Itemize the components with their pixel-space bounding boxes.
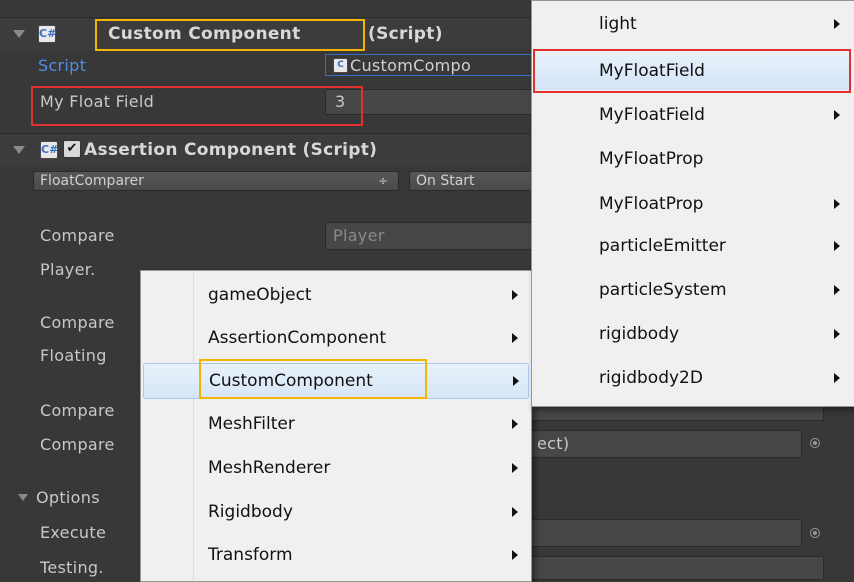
submenu-arrow-icon — [512, 419, 518, 429]
float-field-highlight — [31, 86, 363, 126]
foldout-triangle-icon[interactable] — [13, 30, 25, 38]
menu-item-label: gameObject — [208, 285, 312, 305]
comparer-dropdown[interactable]: FloatComparer ÷ — [33, 171, 399, 191]
submenu-item-rigidbody[interactable]: rigidbody — [532, 316, 854, 352]
comparer-dropdown-label: FloatComparer — [40, 173, 144, 189]
submenu-arrow-icon — [512, 333, 518, 343]
submenu-item-label: rigidbody2D — [599, 368, 703, 388]
execute-picker-icon[interactable] — [810, 528, 820, 538]
assertion-component-title: Assertion Component (Script) — [84, 140, 378, 160]
submenu-arrow-icon — [834, 373, 840, 383]
custom-component-title-highlight — [95, 19, 365, 51]
submenu-item-label: MyFloatProp — [599, 149, 704, 169]
submenu-arrow-icon — [834, 285, 840, 295]
submenu-arrow-icon — [512, 290, 518, 300]
menu-item-rigidbody[interactable]: Rigidbody — [141, 494, 531, 530]
submenu-arrow-icon — [512, 463, 518, 473]
dropdown-arrows-icon: ÷ — [377, 174, 388, 188]
submenu-item-particleemitter[interactable]: particleEmitter — [532, 228, 854, 264]
options-label: Options — [36, 488, 100, 507]
compare-object-label: Compare — [40, 435, 115, 454]
menu-item-label: AssertionComponent — [208, 328, 387, 348]
compare-row-label: Compare — [40, 401, 115, 420]
submenu-item-rigidbody2d[interactable]: rigidbody2D — [532, 360, 854, 396]
menu-item-gameobject[interactable]: gameObject — [141, 277, 531, 313]
submenu-item-particlesystem[interactable]: particleSystem — [532, 272, 854, 308]
submenu-item-light[interactable]: light — [532, 6, 854, 42]
submenu-arrow-icon — [834, 199, 840, 209]
foldout-triangle-icon[interactable] — [13, 146, 25, 154]
customcomponent-highlight — [199, 359, 427, 399]
compare-label: Compare — [40, 226, 115, 245]
testing-label: Testing. — [40, 558, 104, 577]
execute-field[interactable] — [530, 519, 802, 547]
menu-item-assertioncomponent[interactable]: AssertionComponent — [141, 320, 531, 356]
submenu-item-label: particleEmitter — [599, 236, 726, 256]
compare-value: Player — [333, 226, 385, 245]
submenu-item-label: rigidbody — [599, 324, 680, 344]
object-picker-icon[interactable] — [810, 438, 820, 448]
submenu-arrow-icon — [513, 376, 519, 386]
assertion-component-header[interactable]: C# ✔ Assertion Component (Script) — [0, 133, 530, 166]
csharp-script-icon: C# — [40, 141, 58, 159]
submenu-arrow-icon — [834, 19, 840, 29]
component-context-menu: gameObject AssertionComponent CustomComp… — [140, 270, 532, 582]
submenu-item-myfloatprop[interactable]: MyFloatProp — [532, 141, 854, 177]
submenu-item-label: MyFloatField — [599, 105, 705, 125]
floating-label: Floating — [40, 346, 107, 365]
submenu-arrow-icon — [834, 329, 840, 339]
submenu-item-label: light — [599, 14, 637, 34]
testing-dropdown[interactable] — [530, 556, 824, 580]
csharp-script-icon: C# — [38, 25, 56, 43]
options-foldout-icon[interactable] — [18, 494, 28, 501]
custom-component-title-suffix: (Script) — [368, 24, 443, 44]
compare-object-value: ect) — [537, 434, 570, 453]
menu-item-label: MeshRenderer — [208, 458, 331, 478]
menu-item-label: Rigidbody — [208, 502, 293, 522]
menu-item-transform[interactable]: Transform — [141, 537, 531, 573]
check-method-dropdown[interactable]: On Start — [409, 171, 539, 191]
submenu-arrow-icon — [512, 550, 518, 560]
submenu-arrow-icon — [834, 241, 840, 251]
script-row: Script C CustomCompo — [0, 52, 535, 82]
myfloatfield-highlight — [533, 49, 851, 93]
execute-label: Execute — [40, 523, 107, 542]
submenu-arrow-icon — [512, 507, 518, 517]
submenu-item-myfloatprop-nested[interactable]: MyFloatProp — [532, 186, 854, 222]
menu-item-label: Transform — [208, 545, 293, 565]
menu-item-label: MeshFilter — [208, 414, 295, 434]
submenu-item-myfloatfield-nested[interactable]: MyFloatField — [532, 97, 854, 133]
submenu-item-label: particleSystem — [599, 280, 727, 300]
menu-item-meshfilter[interactable]: MeshFilter — [141, 406, 531, 442]
enabled-checkbox[interactable]: ✔ — [63, 140, 81, 158]
check-method-dropdown-label: On Start — [416, 173, 475, 189]
script-file-icon: C — [333, 58, 348, 73]
script-label: Script — [38, 56, 87, 75]
compare-to-label: Compare — [40, 313, 115, 332]
compare-object-field[interactable] — [530, 430, 802, 458]
submenu-item-label: MyFloatProp — [599, 194, 704, 214]
player-path-label: Player. — [40, 260, 96, 279]
menu-item-meshrenderer[interactable]: MeshRenderer — [141, 450, 531, 486]
submenu-arrow-icon — [834, 110, 840, 120]
script-value[interactable]: CustomCompo — [350, 56, 471, 75]
